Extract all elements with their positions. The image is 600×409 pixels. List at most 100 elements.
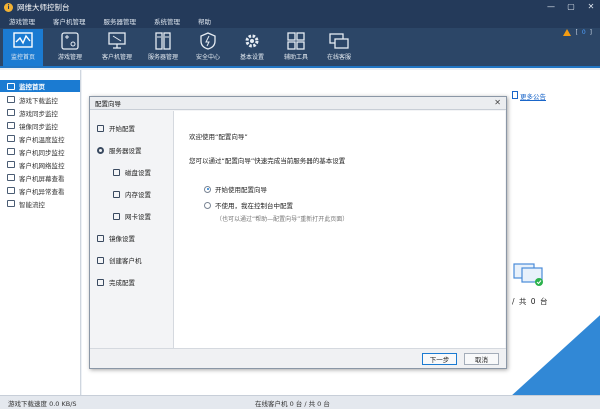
wizard-hint: （也可以通过“帮助—配置向导”重新打开此页面）: [216, 216, 349, 223]
sidebar-item-game-download[interactable]: 游戏下载监控: [0, 94, 80, 105]
close-button[interactable]: ✕: [586, 1, 596, 13]
wizard-step-finish[interactable]: 完成配置: [93, 275, 173, 289]
sidebar-item-game-sync[interactable]: 游戏同步监控: [0, 107, 80, 118]
sidebar-item-image-sync[interactable]: 镜像同步监控: [0, 120, 80, 131]
option-label: 不使用，我在控制台中配置: [215, 202, 293, 210]
wizard-step-label: 网卡设置: [125, 213, 151, 221]
tool-game-manage[interactable]: 游戏管理: [50, 29, 90, 66]
status-bar: 游戏下载速度 0.0 KB/S 在线客户机 0 台 / 共 0 台: [0, 395, 600, 409]
next-button[interactable]: 下一步: [422, 353, 457, 365]
sidebar-item-client-temp[interactable]: 客户机温度监控: [0, 133, 80, 144]
sidebar-item-label: 客户机屏幕查看: [19, 174, 65, 183]
tool-label: 监控首页: [10, 54, 35, 61]
alert-count: 0: [581, 29, 586, 36]
tool-label: 客户机管理: [101, 54, 132, 61]
alert-indicator[interactable]: [ 0 ]: [563, 29, 592, 36]
chat-icon: [329, 33, 349, 49]
restore-button[interactable]: ▢: [566, 1, 576, 13]
error-icon: [7, 187, 15, 194]
tools-grid-icon: [287, 32, 305, 50]
menu-help[interactable]: 帮助: [189, 16, 220, 26]
download-speed-status: 游戏下载速度 0.0 KB/S: [8, 399, 77, 408]
online-clients-status: 在线客户机 0 台 / 共 0 台: [255, 399, 330, 408]
start-config-icon: [97, 124, 104, 132]
option-label: 开始使用配置向导: [215, 186, 267, 194]
image-icon: [97, 234, 104, 242]
tool-label: 服务器管理: [147, 54, 178, 61]
client-monitor-icon: [513, 263, 543, 286]
tool-client-manage[interactable]: 客户机管理: [97, 29, 137, 66]
dialog-title: 配置向导: [95, 100, 121, 108]
option-use-wizard[interactable]: 开始使用配置向导: [204, 184, 267, 194]
create-client-icon: [97, 256, 104, 264]
sidebar-item-label: 游戏下载监控: [19, 96, 58, 105]
sidebar-item-label: 镜像同步监控: [19, 122, 58, 131]
flow-control-icon: [7, 200, 15, 207]
sidebar-item-flow-control[interactable]: 智能流控: [0, 198, 80, 209]
tool-label: 基本设置: [239, 54, 264, 61]
wizard-step-server[interactable]: 服务器设置: [93, 143, 173, 157]
wizard-step-memory[interactable]: 内存设置: [93, 187, 173, 201]
cancel-button[interactable]: 取消: [464, 353, 499, 365]
menu-bar: 游戏管理 客户机管理 服务器管理 系统管理 帮助: [0, 14, 600, 28]
option-use-console[interactable]: 不使用，我在控制台中配置: [204, 200, 293, 210]
sidebar-item-client-screen[interactable]: 客户机屏幕查看: [0, 172, 80, 183]
disk-icon: [113, 168, 120, 176]
tool-security-center[interactable]: 安全中心: [188, 29, 228, 66]
tool-server-manage[interactable]: 服务器管理: [143, 29, 183, 66]
app-logo-icon: i: [4, 2, 13, 12]
wizard-description: 您可以通过“配置向导”快速完成当前服务器的基本设置: [189, 157, 346, 165]
wizard-step-nic[interactable]: 网卡设置: [93, 209, 173, 223]
sidebar-item-monitor-home[interactable]: 监控首页: [0, 80, 80, 92]
dialog-title-bar: 配置向导 ✕: [90, 97, 506, 110]
tool-online-support[interactable]: 在线客服: [319, 29, 359, 66]
network-icon: [7, 161, 15, 168]
wizard-step-label: 服务器设置: [109, 147, 142, 155]
minimize-button[interactable]: —: [546, 1, 556, 13]
monitor-chart-icon: [13, 32, 33, 48]
more-notices-link[interactable]: 更多公告: [520, 91, 546, 101]
warning-icon: [563, 29, 572, 36]
client-pc-icon: [108, 32, 126, 49]
sidebar-item-client-sync[interactable]: 客户机同步监控: [0, 146, 80, 157]
wizard-step-label: 磁盘设置: [125, 169, 151, 177]
tool-monitor-home[interactable]: 监控首页: [3, 29, 43, 66]
sidebar-item-label: 游戏同步监控: [19, 109, 58, 118]
sidebar-item-client-error[interactable]: 客户机异常查看: [0, 185, 80, 196]
client-sync-icon: [7, 148, 15, 155]
title-bar: i 网维大师控制台 — ▢ ✕: [0, 0, 600, 14]
dialog-close-button[interactable]: ✕: [494, 98, 501, 107]
menu-system[interactable]: 系统管理: [145, 16, 189, 26]
radio-unselected[interactable]: [204, 201, 211, 209]
tool-basic-settings[interactable]: 基本设置: [232, 29, 272, 66]
home-icon: [7, 82, 15, 90]
sidebar: 监控首页 游戏下载监控 游戏同步监控 镜像同步监控 客户机温度监控 客户机同步监…: [0, 70, 81, 395]
wizard-welcome-text: 欢迎使用“配置向导”: [189, 133, 248, 141]
network-card-icon: [113, 212, 120, 220]
wizard-content: 欢迎使用“配置向导” 您可以通过“配置向导”快速完成当前服务器的基本设置 开始使…: [173, 111, 505, 349]
menu-game[interactable]: 游戏管理: [0, 16, 44, 26]
menu-server[interactable]: 服务器管理: [95, 16, 146, 26]
sidebar-item-client-network[interactable]: 客户机网络监控: [0, 159, 80, 170]
alert-count-open: [: [575, 29, 578, 36]
screen-icon: [7, 174, 15, 181]
wizard-nav: 开始配置 服务器设置 磁盘设置 内存设置 网卡设置 镜像设置 创建客户机 完成配…: [93, 113, 173, 343]
wizard-step-disk[interactable]: 磁盘设置: [93, 165, 173, 179]
memory-icon: [113, 190, 120, 198]
gear-icon: [97, 146, 104, 154]
menu-client[interactable]: 客户机管理: [44, 16, 95, 26]
sidebar-item-label: 客户机网络监控: [19, 161, 65, 170]
tool-aux-tools[interactable]: 辅助工具: [276, 29, 316, 66]
wizard-step-image[interactable]: 镜像设置: [93, 231, 173, 245]
radio-selected[interactable]: [204, 185, 211, 193]
thermometer-icon: [7, 135, 15, 142]
shield-icon: [200, 32, 216, 50]
server-icon: [155, 32, 171, 50]
sidebar-item-label: 客户机异常查看: [19, 187, 65, 196]
wizard-step-create-client[interactable]: 创建客户机: [93, 253, 173, 267]
alert-count-close: ]: [589, 29, 592, 36]
finish-icon: [97, 278, 104, 286]
wizard-step-label: 开始配置: [109, 125, 135, 133]
main-toolbar: 监控首页 游戏管理 客户机管理 服务器管理 安全中心 基本设置 辅助工具 在线客…: [0, 28, 600, 68]
wizard-step-start[interactable]: 开始配置: [93, 121, 173, 135]
